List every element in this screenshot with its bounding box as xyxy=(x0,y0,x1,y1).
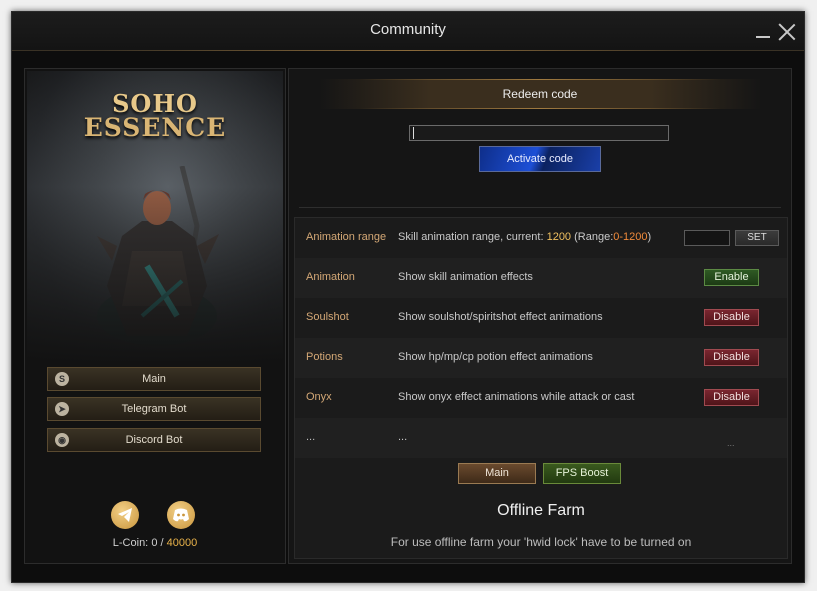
setting-desc: Skill animation range, current: 1200 (Ra… xyxy=(398,231,651,243)
setting-row-onyx: Onyx Show onyx effect animations while a… xyxy=(295,378,787,418)
close-button[interactable] xyxy=(778,23,796,41)
title-bar[interactable]: Community xyxy=(12,12,804,51)
telegram-bot-button[interactable]: ➤ Telegram Bot xyxy=(47,397,261,421)
lcoin-separator: / xyxy=(160,537,164,549)
desc-prefix: Skill animation range, current: xyxy=(398,231,544,243)
redeem-header: Redeem code xyxy=(319,79,761,109)
activate-code-button[interactable]: Activate code xyxy=(479,146,601,172)
banner-art: SOHO ESSENCE xyxy=(27,71,283,361)
main-button-label: Main xyxy=(142,373,166,385)
setting-desc: ... xyxy=(398,431,408,443)
lcoin-balance: L-Coin: 0 / 40000 xyxy=(25,537,285,549)
right-panel: Redeem code Activate code Animation rang… xyxy=(288,68,792,564)
settings-panel: Animation range Skill animation range, c… xyxy=(294,217,788,559)
soho-s-icon: S xyxy=(55,372,69,386)
telegram-link-icon[interactable] xyxy=(111,501,139,529)
enable-button[interactable]: Enable xyxy=(704,269,759,286)
discord-bot-label: Discord Bot xyxy=(125,434,183,446)
logo-line2: ESSENCE xyxy=(83,113,227,142)
community-window: Community SOHO ESSENCE S Main ➤ Telegram… xyxy=(11,11,805,583)
offline-farm-title: Offline Farm xyxy=(497,502,585,519)
setting-name: Soulshot xyxy=(306,311,349,323)
disable-button[interactable]: Disable xyxy=(704,309,759,326)
discord-icon: ◉ xyxy=(55,433,69,447)
setting-name: ... xyxy=(306,431,316,443)
range-value: 0-1200 xyxy=(613,231,648,243)
setting-row-potions: Potions Show hp/mp/cp potion effect anim… xyxy=(295,338,787,378)
discord-bot-button[interactable]: ◉ Discord Bot xyxy=(47,428,261,452)
discord-link-icon[interactable] xyxy=(167,501,195,529)
setting-row-soulshot: Soulshot Show soulshot/spiritshot effect… xyxy=(295,298,787,338)
setting-row-animation-range: Animation range Skill animation range, c… xyxy=(295,218,787,258)
setting-desc: Show skill animation effects xyxy=(398,271,533,283)
setting-desc: Show hp/mp/cp potion effect animations xyxy=(398,351,593,363)
set-button[interactable]: SET xyxy=(735,230,779,246)
setting-desc: Show onyx effect animations while attack… xyxy=(398,391,635,403)
window-title: Community xyxy=(370,21,446,38)
divider xyxy=(299,207,781,208)
telegram-icon: ➤ xyxy=(55,402,69,416)
text-caret xyxy=(413,127,414,139)
setting-extra: ... xyxy=(727,438,735,448)
lcoin-max: 40000 xyxy=(166,537,198,549)
setting-name: Animation range xyxy=(306,231,387,243)
current-range-value: 1200 xyxy=(546,231,572,243)
redeem-code-input[interactable] xyxy=(409,125,669,141)
animation-range-input[interactable] xyxy=(684,230,730,246)
minimize-button[interactable] xyxy=(756,36,770,38)
setting-row-animation: Animation Show skill animation effects E… xyxy=(295,258,787,298)
setting-name: Potions xyxy=(306,351,343,363)
disable-button[interactable]: Disable xyxy=(704,389,759,406)
tab-main[interactable]: Main xyxy=(458,463,536,484)
setting-name: Onyx xyxy=(306,391,332,403)
lcoin-current: 0 xyxy=(151,537,158,549)
offline-farm-desc: For use offline farm your 'hwid lock' ha… xyxy=(390,535,692,549)
telegram-bot-label: Telegram Bot xyxy=(121,403,187,415)
range-prefix: (Range: xyxy=(574,231,614,243)
setting-name: Animation xyxy=(306,271,355,283)
left-panel: SOHO ESSENCE S Main ➤ Telegram Bot ◉ Dis… xyxy=(24,68,286,564)
tab-fps-boost[interactable]: FPS Boost xyxy=(543,463,621,484)
main-button[interactable]: S Main xyxy=(47,367,261,391)
setting-row-placeholder: ... ... ... xyxy=(295,418,787,458)
lcoin-label: L-Coin: xyxy=(112,537,149,549)
range-suffix: ) xyxy=(647,231,652,243)
setting-desc: Show soulshot/spiritshot effect animatio… xyxy=(398,311,603,323)
disable-button[interactable]: Disable xyxy=(704,349,759,366)
